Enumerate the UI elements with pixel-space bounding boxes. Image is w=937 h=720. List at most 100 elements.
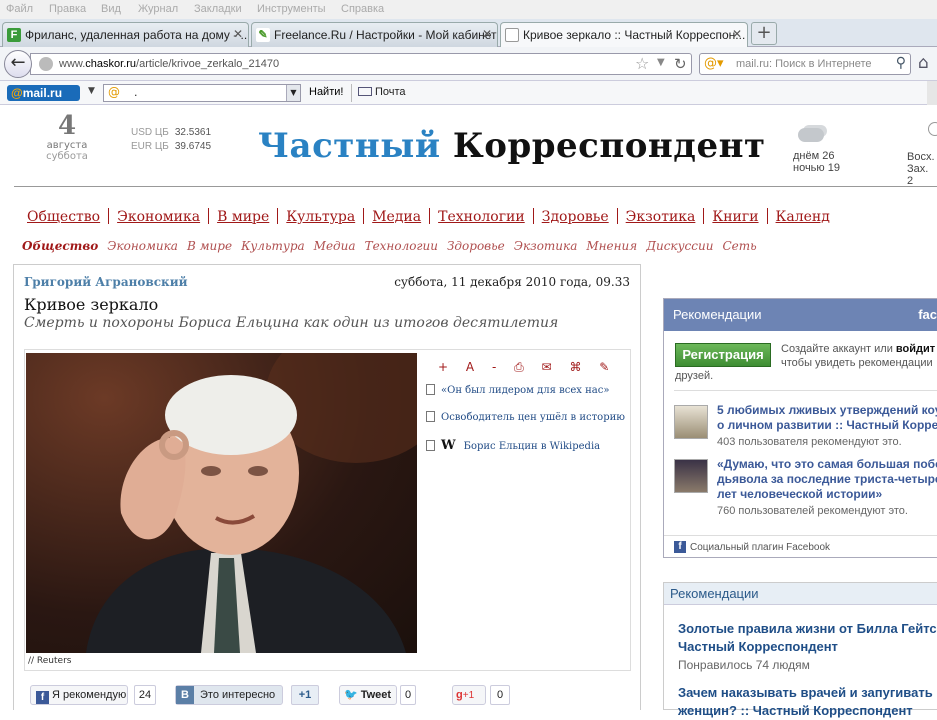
document-icon bbox=[426, 440, 435, 451]
subnav-network[interactable]: Сеть bbox=[722, 239, 756, 253]
facebook-recommend-button[interactable]: fЯ рекомендую bbox=[30, 685, 128, 705]
subnav-economy[interactable]: Экономика bbox=[107, 239, 178, 253]
mailru-dropdown-icon[interactable]: ▼ bbox=[88, 86, 95, 96]
subnav-health[interactable]: Здоровье bbox=[447, 239, 505, 253]
facebook-recommendations-widget: Рекомендации fac Регистрация Создайте ак… bbox=[663, 298, 937, 558]
tab-freelance-1[interactable]: F Фриланс, удаленная работа на дому - ..… bbox=[2, 22, 249, 47]
font-size-icon[interactable]: A bbox=[466, 360, 474, 374]
font-increase-button[interactable]: + bbox=[438, 360, 448, 374]
back-button[interactable]: ← bbox=[4, 50, 32, 78]
related-link-3[interactable]: W Борис Ельцин в Wikipedia bbox=[426, 438, 600, 453]
bookmark-icon[interactable]: ⌘ bbox=[569, 360, 581, 374]
email-icon[interactable]: ✉ bbox=[542, 360, 552, 374]
menu-view[interactable]: Вид bbox=[101, 3, 121, 15]
sun-icon bbox=[928, 122, 937, 136]
subnav-technology[interactable]: Технологии bbox=[365, 239, 438, 253]
item-title[interactable]: 5 любимых лживых утверждений коу о личном… bbox=[717, 403, 937, 433]
nav-separator bbox=[208, 208, 210, 224]
subnav-society[interactable]: Общество bbox=[22, 239, 98, 253]
vk-plus-count: +1 bbox=[291, 685, 319, 705]
vk-like-button[interactable]: B Это интересно bbox=[175, 685, 283, 705]
related-link-2[interactable]: Освободитель цен ушёл в историю bbox=[426, 411, 625, 423]
nav-separator bbox=[108, 208, 110, 224]
menu-history[interactable]: Журнал bbox=[138, 3, 178, 15]
nav-calendar[interactable]: Календ bbox=[776, 209, 830, 225]
article-author[interactable]: Григорий Аграновский bbox=[24, 275, 188, 289]
mailru-search-icon[interactable]: @▾ bbox=[704, 56, 724, 71]
close-tab-icon[interactable]: ✕ bbox=[482, 27, 492, 41]
divider bbox=[674, 390, 937, 391]
subnav-opinions[interactable]: Мнения bbox=[586, 239, 637, 253]
close-tab-icon[interactable]: ✕ bbox=[233, 27, 243, 41]
divider bbox=[351, 84, 352, 102]
menu-tools[interactable]: Инструменты bbox=[257, 3, 326, 15]
nav-books[interactable]: Книги bbox=[712, 209, 758, 225]
date-block: 4 августа суббота bbox=[46, 112, 88, 162]
close-tab-icon[interactable]: ✕ bbox=[732, 27, 742, 41]
subnav-media[interactable]: Медиа bbox=[314, 239, 356, 253]
tab-favicon-icon: F bbox=[7, 28, 21, 42]
reload-icon[interactable]: ↻ bbox=[674, 55, 687, 73]
tab-chaskor[interactable]: Кривое зеркало :: Частный Корреспон... ✕ bbox=[500, 22, 748, 48]
menu-edit[interactable]: Правка bbox=[49, 3, 86, 15]
cloud-icon bbox=[798, 128, 824, 142]
mail-button[interactable]: Почта bbox=[358, 86, 406, 98]
mailru-search-field[interactable]: @ . ▼ bbox=[103, 84, 301, 102]
nav-health[interactable]: Здоровье bbox=[542, 209, 609, 225]
pencil-icon[interactable]: ✎ bbox=[599, 360, 609, 374]
chevron-down-icon[interactable]: ▼ bbox=[286, 85, 300, 101]
nav-separator bbox=[616, 208, 618, 224]
nav-economy[interactable]: Экономика bbox=[117, 209, 200, 225]
address-bar[interactable]: www.chaskor.ru/article/krivoe_zerkalo_21… bbox=[30, 53, 692, 75]
mailru-logo[interactable]: @mail.ru bbox=[7, 85, 80, 101]
menu-file[interactable]: Файл bbox=[6, 3, 33, 15]
globe-icon bbox=[39, 57, 53, 71]
fb-login-link[interactable]: войдит bbox=[896, 343, 935, 355]
tab-label: Freelance.Ru / Настройки - Мой кабинет bbox=[274, 28, 497, 42]
history-dropdown-icon[interactable]: ▼ bbox=[657, 57, 665, 68]
web-page: 4 августа суббота USD ЦБ 32.5361 EUR ЦБ 39… bbox=[0, 106, 937, 718]
currency-rates: USD ЦБ 32.5361 EUR ЦБ 39.6745 bbox=[131, 127, 212, 152]
home-icon[interactable]: ⌂ bbox=[918, 53, 929, 73]
register-button[interactable]: Регистрация bbox=[675, 343, 771, 367]
sub-nav: Общество Экономика В мире Культура Медиа Техн… bbox=[22, 239, 766, 253]
find-button[interactable]: Найти! bbox=[309, 86, 343, 98]
tab-freelance-2[interactable]: ✎ Freelance.Ru / Настройки - Мой кабинет… bbox=[251, 22, 498, 47]
subnav-culture[interactable]: Культура bbox=[241, 239, 305, 253]
search-box[interactable]: @▾ mail.ru: Поиск в Интернете ⚲ bbox=[699, 53, 911, 75]
subnav-exotic[interactable]: Экзотика bbox=[514, 239, 578, 253]
tweet-button[interactable]: 🐦 Tweet bbox=[339, 685, 397, 705]
wikipedia-icon: W bbox=[441, 438, 456, 453]
scrollbar[interactable] bbox=[927, 81, 937, 105]
item-title[interactable]: «Думаю, что это самая большая побе дьявол… bbox=[717, 457, 937, 502]
tweet-count: 0 bbox=[400, 685, 416, 705]
nav-world[interactable]: В мире bbox=[217, 209, 269, 225]
sun-times: Восх. Зах. 2 bbox=[907, 151, 935, 187]
leaf-icon: ✎ bbox=[256, 28, 270, 42]
site-logo[interactable]: Частный Корреспондент bbox=[258, 126, 766, 166]
related-link-1[interactable]: «Он был лидером для всех нас» bbox=[426, 384, 609, 396]
google-plus-button[interactable]: g+1 bbox=[452, 685, 486, 705]
rec-link-1[interactable]: Золотые правила жизни от Билла Гейтса Час… bbox=[678, 620, 937, 656]
bookmark-star-icon[interactable]: ☆ bbox=[635, 54, 649, 73]
nav-technology[interactable]: Технологии bbox=[438, 209, 525, 225]
article-photo[interactable] bbox=[26, 353, 417, 653]
print-icon[interactable]: ⎙ bbox=[514, 360, 524, 374]
font-decrease-button[interactable]: - bbox=[492, 360, 496, 374]
address-url[interactable]: www.chaskor.ru/article/krivoe_zerkalo_21… bbox=[59, 58, 279, 70]
nav-exotic[interactable]: Экзотика bbox=[626, 209, 696, 225]
nav-society[interactable]: Общество bbox=[27, 209, 100, 225]
search-input[interactable]: mail.ru: Поиск в Интернете bbox=[736, 58, 872, 70]
magnifier-icon[interactable]: ⚲ bbox=[896, 55, 906, 71]
rec-count-1: Понравилось 74 людям bbox=[678, 658, 810, 672]
subnav-world[interactable]: В мире bbox=[187, 239, 232, 253]
article-subtitle: Смерть и похороны Бориса Ельцина как оди… bbox=[24, 315, 559, 331]
subnav-discussions[interactable]: Дискуссии bbox=[646, 239, 713, 253]
nav-media[interactable]: Медиа bbox=[372, 209, 421, 225]
menu-help[interactable]: Справка bbox=[341, 3, 384, 15]
nav-culture[interactable]: Культура bbox=[286, 209, 355, 225]
menu-bookmarks[interactable]: Закладки bbox=[194, 3, 242, 15]
rec-link-2[interactable]: Зачем наказывать врачей и запугивать женщ… bbox=[678, 684, 933, 720]
facebook-brand: fac bbox=[918, 307, 937, 322]
new-tab-button[interactable]: + bbox=[751, 22, 777, 45]
